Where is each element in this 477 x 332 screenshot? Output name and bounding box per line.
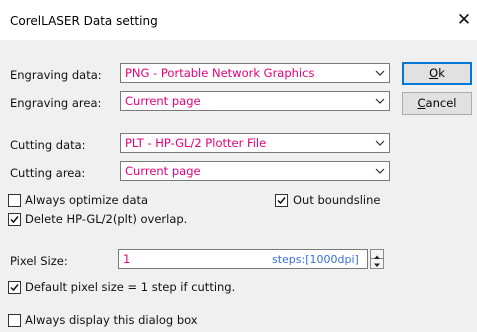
close-icon[interactable]: ✕: [455, 10, 473, 30]
always-display-checkbox[interactable]: [8, 314, 21, 327]
chevron-down-icon: [375, 137, 385, 149]
pixel-size-value: 1: [123, 252, 131, 266]
out-boundsline-label: Out boundsline: [293, 193, 381, 207]
title-bar: CorelLASER Data setting ✕: [0, 0, 477, 40]
delete-overlap-label: Delete HP-GL/2(plt) overlap.: [25, 212, 188, 226]
delete-overlap-checkbox[interactable]: [8, 213, 21, 226]
dialog-window: CorelLASER Data setting ✕ Engraving data…: [0, 0, 477, 332]
engraving-data-value: PNG - Portable Network Graphics: [125, 66, 315, 80]
dialog-body: Engraving data: PNG - Portable Network G…: [0, 40, 477, 332]
window-title: CorelLASER Data setting: [10, 14, 158, 28]
pixel-size-unit: steps:[1000dpi]: [272, 253, 359, 266]
ok-mnemonic: O: [429, 66, 439, 80]
cutting-area-value: Current page: [125, 164, 201, 178]
cutting-data-select[interactable]: PLT - HP-GL/2 Plotter File: [120, 133, 390, 153]
cutting-data-value: PLT - HP-GL/2 Plotter File: [125, 136, 267, 150]
engraving-data-label: Engraving data:: [10, 68, 102, 82]
checkmark-icon: [10, 284, 19, 292]
ok-button[interactable]: Ok: [402, 62, 472, 85]
cancel-label-rest: ancel: [425, 96, 457, 110]
cutting-area-label: Cutting area:: [10, 166, 86, 180]
default-pixel-label: Default pixel size = 1 step if cutting.: [25, 280, 236, 294]
chevron-down-icon: [375, 95, 385, 107]
spin-down-icon[interactable]: [371, 259, 383, 268]
chevron-down-icon: [375, 67, 385, 79]
cancel-mnemonic: C: [417, 96, 426, 110]
checkmark-icon: [10, 216, 19, 224]
engraving-area-label: Engraving area:: [10, 96, 102, 110]
cutting-data-label: Cutting data:: [10, 138, 86, 152]
cutting-area-select[interactable]: Current page: [120, 161, 390, 181]
pixel-size-label: Pixel Size:: [10, 254, 68, 268]
always-display-label: Always display this dialog box: [25, 313, 198, 327]
spin-up-icon[interactable]: [371, 250, 383, 259]
out-boundsline-checkbox[interactable]: [275, 194, 288, 207]
engraving-area-value: Current page: [125, 94, 201, 108]
default-pixel-checkbox[interactable]: [8, 281, 21, 294]
engraving-data-select[interactable]: PNG - Portable Network Graphics: [120, 63, 390, 83]
checkmark-icon: [277, 197, 286, 205]
always-optimize-label: Always optimize data: [25, 193, 149, 207]
chevron-down-icon: [375, 165, 385, 177]
always-optimize-checkbox[interactable]: [8, 194, 21, 207]
engraving-area-select[interactable]: Current page: [120, 91, 390, 111]
cancel-button[interactable]: Cancel: [402, 92, 472, 115]
pixel-size-spinner[interactable]: [370, 249, 384, 269]
ok-label-rest: k: [438, 66, 445, 80]
